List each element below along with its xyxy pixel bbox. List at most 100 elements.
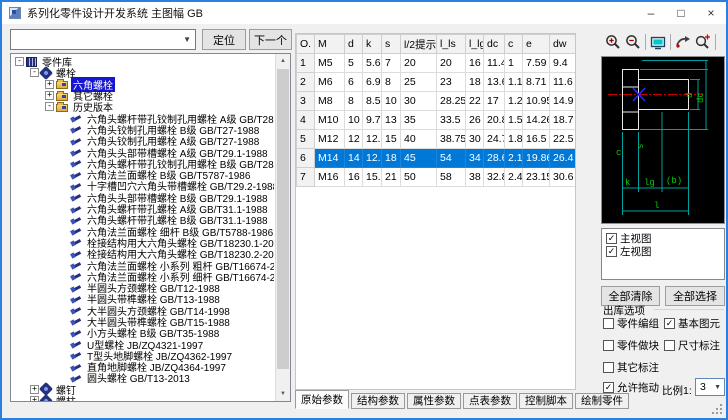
table-cell: 20: [437, 54, 466, 73]
option-尺寸标注[interactable]: 尺寸标注: [664, 339, 720, 352]
table-row[interactable]: 7M161615.22150583832.82.423.1530.6: [297, 168, 577, 187]
view-list-item[interactable]: ✓左视图: [606, 245, 720, 258]
scroll-up-icon[interactable]: ▲: [276, 54, 290, 68]
table-cell: 30: [401, 92, 437, 111]
table-cell: M14: [315, 149, 345, 168]
collapse-icon[interactable]: -: [45, 102, 54, 111]
checkbox-checked-icon[interactable]: ✓: [603, 382, 614, 393]
expand-icon[interactable]: +: [30, 396, 39, 401]
checkbox-icon[interactable]: [603, 362, 614, 373]
column-header[interactable]: dc: [484, 35, 505, 54]
toolbar-separator: [670, 34, 671, 50]
select-all-button[interactable]: 全部选择: [665, 286, 725, 306]
table-row[interactable]: 2M666.9825231813.61.18.7111.6: [297, 73, 577, 92]
zoom-out-icon[interactable]: [623, 32, 643, 52]
zoom-extents-icon[interactable]: [693, 32, 713, 52]
collapse-icon[interactable]: -: [30, 68, 39, 77]
resize-grip[interactable]: [713, 405, 722, 414]
checkbox-checked-icon[interactable]: ✓: [664, 318, 675, 329]
table-cell: 15.2: [363, 168, 382, 187]
table-cell: 21: [382, 168, 401, 187]
column-header[interactable]: s: [382, 35, 401, 54]
checkbox-checked-icon[interactable]: ✓: [606, 246, 617, 257]
column-header[interactable]: l/2提示: [401, 35, 437, 54]
pan-icon[interactable]: [673, 32, 693, 52]
table-cell: 18: [382, 149, 401, 168]
minimize-button[interactable]: –: [636, 2, 666, 24]
next-button[interactable]: 下一个: [249, 29, 292, 50]
column-header[interactable]: dw: [550, 35, 577, 54]
scroll-down-icon[interactable]: ▼: [276, 387, 290, 401]
option-其它标注[interactable]: 其它标注: [603, 361, 659, 374]
dim-label-d: d: [685, 93, 695, 98]
checkbox-checked-icon[interactable]: ✓: [606, 233, 617, 244]
cad-preview[interactable]: d dc c s k lg (b) l: [601, 56, 725, 224]
maximize-button[interactable]: □: [666, 2, 696, 24]
zoom-in-icon[interactable]: [603, 32, 623, 52]
tab-控制脚本[interactable]: 控制脚本: [519, 393, 573, 409]
tree-item[interactable]: +螺柱: [13, 395, 274, 401]
tree-scrollbar[interactable]: ▲ ▼: [275, 54, 290, 401]
row-number-cell: 2: [297, 73, 315, 92]
checkbox-icon[interactable]: [664, 340, 675, 351]
option-基本图元[interactable]: ✓基本图元: [664, 317, 720, 330]
bolt-icon: [71, 350, 82, 360]
table-cell: 25: [401, 73, 437, 92]
option-零件做块[interactable]: 零件做块: [603, 339, 659, 352]
table-cell: 7: [382, 54, 401, 73]
close-button[interactable]: ×: [696, 2, 726, 24]
option-零件编组[interactable]: 零件编组: [603, 317, 659, 330]
table-row[interactable]: 3M888.5103028.2522171.210.9514.9: [297, 92, 577, 111]
column-header[interactable]: e: [523, 35, 550, 54]
column-header[interactable]: k: [363, 35, 382, 54]
table-cell: 12: [345, 130, 363, 149]
table-cell: 17: [484, 92, 505, 111]
table-cell: 26.4: [550, 149, 577, 168]
tree-item[interactable]: 圆头螺栓 GB/T13-2013: [13, 372, 274, 383]
table-row[interactable]: 1M555.6720201611.417.599.4: [297, 54, 577, 73]
locate-combobox[interactable]: ▼: [10, 29, 196, 50]
bolt-icon: [71, 113, 82, 123]
collapse-icon[interactable]: -: [15, 57, 24, 66]
scale-select[interactable]: 3 ▼: [695, 378, 725, 396]
tab-原始参数[interactable]: 原始参数: [295, 390, 349, 409]
checkbox-icon[interactable]: [603, 340, 614, 351]
tab-属性参数[interactable]: 属性参数: [407, 393, 461, 409]
tree-item[interactable]: +其它螺栓: [13, 90, 274, 101]
bolt-icon: [71, 158, 82, 168]
column-header[interactable]: M: [315, 35, 345, 54]
parameter-tabs: 原始参数结构参数属性参数点表参数控制脚本绘制零件: [295, 390, 631, 409]
column-header[interactable]: l_ls: [437, 35, 466, 54]
table-cell: 23.15: [523, 168, 550, 187]
locate-combo-input[interactable]: [13, 32, 178, 47]
column-header[interactable]: l_lg: [466, 35, 484, 54]
table-row[interactable]: 6M141412.91845543428.62.119.8626.4: [297, 149, 577, 168]
column-header[interactable]: O.: [297, 35, 315, 54]
table-row[interactable]: 5M121212.1154038.753024.71.816.522.5: [297, 130, 577, 149]
tree-item[interactable]: +六角螺栓: [13, 79, 274, 90]
tab-绘制零件[interactable]: 绘制零件: [575, 393, 629, 409]
app-window: 系列化零件设计开发系统 主图幅 GB –□× ▼ 定位 下一个 -零件库-螺栓+…: [0, 0, 728, 420]
chevron-down-icon[interactable]: ▼: [183, 35, 191, 44]
dim-label-c: c: [616, 148, 621, 158]
fit-view-icon[interactable]: [648, 32, 668, 52]
table-cell: 8.5: [363, 92, 382, 111]
scroll-thumb[interactable]: [277, 69, 289, 369]
option-允许拖动[interactable]: ✓允许拖动: [603, 381, 659, 394]
bolt-icon: [71, 294, 82, 304]
column-header[interactable]: d: [345, 35, 363, 54]
tab-结构参数[interactable]: 结构参数: [351, 393, 405, 409]
expand-icon[interactable]: +: [45, 91, 54, 100]
expand-icon[interactable]: +: [30, 385, 39, 394]
table-cell: 23: [437, 73, 466, 92]
checkbox-icon[interactable]: [603, 318, 614, 329]
table-cell: 1.5: [505, 111, 523, 130]
locate-button[interactable]: 定位: [202, 29, 246, 50]
table-row[interactable]: 4M10109.7133533.52620.81.514.2618.7: [297, 111, 577, 130]
bolt-icon: [71, 192, 82, 202]
table-body: 1M555.6720201611.417.599.42M666.98252318…: [297, 54, 577, 187]
expand-icon[interactable]: +: [45, 80, 54, 89]
tree-item[interactable]: -零件库: [13, 56, 274, 67]
tab-点表参数[interactable]: 点表参数: [463, 393, 517, 409]
column-header[interactable]: c: [505, 35, 523, 54]
